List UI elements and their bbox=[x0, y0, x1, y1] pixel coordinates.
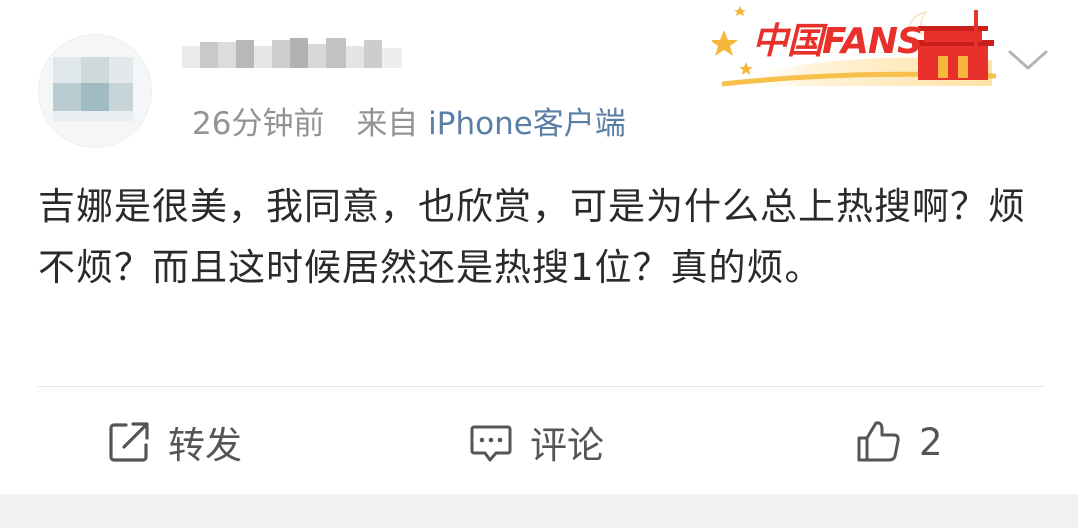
speech-bubble-icon bbox=[468, 419, 514, 465]
feed-separator bbox=[0, 494, 1078, 528]
username-blurred[interactable] bbox=[182, 36, 422, 80]
like-button[interactable]: 2 bbox=[855, 412, 943, 472]
thumbs-up-icon bbox=[855, 419, 903, 465]
post-source-prefix: 来自 bbox=[356, 106, 419, 142]
weibo-post-card: 26分钟前 来自 iPhone客户端 中国FANS 吉娜是很美，我同意，也欣赏，… bbox=[0, 0, 1078, 494]
repost-button[interactable]: 转发 bbox=[106, 412, 242, 472]
chevron-down-icon[interactable] bbox=[1004, 42, 1052, 78]
like-count: 2 bbox=[919, 420, 943, 464]
badge-text: 中国FANS bbox=[752, 21, 923, 62]
post-time: 26分钟前 bbox=[192, 106, 325, 142]
china-fans-badge[interactable]: 中国FANS bbox=[710, 0, 1002, 90]
post-text: 吉娜是很美，我同意，也欣赏，可是为什么总上热搜啊？烦不烦？而且这时候居然还是热搜… bbox=[38, 185, 1026, 289]
divider bbox=[38, 386, 1044, 387]
repost-label: 转发 bbox=[168, 424, 242, 467]
post-client[interactable]: iPhone客户端 bbox=[428, 106, 626, 142]
post-meta: 26分钟前 来自 iPhone客户端 bbox=[192, 104, 626, 144]
share-square-arrow-icon bbox=[106, 419, 152, 465]
comment-button[interactable]: 评论 bbox=[468, 412, 604, 472]
user-avatar[interactable] bbox=[38, 34, 152, 148]
comment-label: 评论 bbox=[530, 424, 604, 467]
